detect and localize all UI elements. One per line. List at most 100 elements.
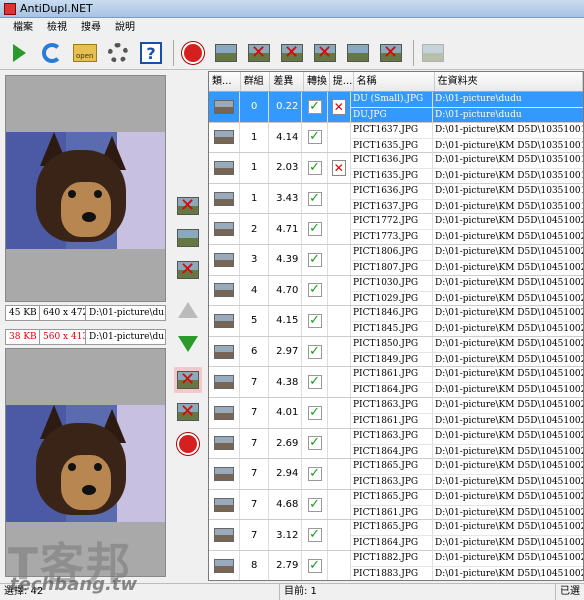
col-transform[interactable]: 轉換 — [304, 72, 330, 91]
file-entry[interactable]: PICT1637.JPG D:\01-picture\KM D5D\1035100… — [351, 122, 583, 138]
check-icon: ✓ — [307, 496, 322, 512]
start-search-button[interactable] — [4, 39, 34, 67]
menu-search[interactable]: 搜尋 — [74, 18, 108, 37]
file-directory: D:\01-picture\KM D5D\10451002 — [434, 369, 583, 380]
table-row[interactable]: 1 3.43 ✓ PICT1636.JPG D:\01-picture\KM D5D\1… — [209, 183, 583, 215]
rename-first-side-button[interactable] — [174, 225, 202, 251]
table-row[interactable]: 3 4.39 ✓ PICT1806.JPG D:\01-picture\KM D5D\1… — [209, 244, 583, 276]
file-entry[interactable]: PICT1864.JPG D:\01-picture\KM D5D\1045100… — [350, 382, 583, 398]
file-entry[interactable]: PICT1807.JPG D:\01-picture\KM D5D\1045100… — [350, 259, 583, 276]
stop-button[interactable] — [178, 39, 208, 67]
file-entry[interactable]: PICT1846.JPG D:\01-picture\KM D5D\1045100… — [351, 306, 583, 322]
image-pair-icon — [214, 160, 235, 175]
rename-second-button[interactable] — [376, 39, 406, 67]
open-button[interactable]: open — [70, 39, 100, 67]
file-entry[interactable]: PICT1806.JPG D:\01-picture\KM D5D\1045100… — [351, 244, 583, 260]
table-row[interactable]: 7 4.38 ✓ PICT1861.JPG D:\01-picture\KM D5D\1… — [209, 367, 583, 398]
table-row[interactable]: 7 4.01 ✓ PICT1863.JPG D:\01-picture\KM D5D\1… — [209, 397, 583, 429]
check-icon: ✓ — [307, 435, 322, 451]
file-entry[interactable]: PICT1772.JPG D:\01-picture\KM D5D\1045100… — [351, 214, 583, 230]
file-entry[interactable]: PICT1637.JPG D:\01-picture\KM D5D\1035100… — [350, 198, 583, 215]
file-entry[interactable]: PICT1861.JPG D:\01-picture\KM D5D\1045100… — [350, 504, 583, 521]
col-hint[interactable]: 提... — [330, 72, 354, 91]
delete-second-button[interactable] — [277, 39, 307, 67]
mistake-button[interactable] — [418, 39, 448, 67]
rename-first-button[interactable] — [343, 39, 373, 67]
mistake-side-button[interactable] — [174, 431, 202, 457]
file-entry[interactable]: PICT1865.JPG D:\01-picture\KM D5D\1045100… — [351, 520, 583, 536]
file-pair: PICT1865.JPG D:\01-picture\KM D5D\1045100… — [350, 459, 583, 490]
file-entry[interactable]: PICT1865.JPG D:\01-picture\KM D5D\1045100… — [351, 489, 583, 505]
table-row[interactable]: 7 2.94 ✓ PICT1865.JPG D:\01-picture\KM D5D\1… — [209, 459, 583, 490]
file-entry[interactable]: PICT1863.JPG D:\01-picture\KM D5D\1045100… — [350, 474, 583, 490]
table-row[interactable]: 6 2.97 ✓ PICT1850.JPG D:\01-picture\KM D5D\1… — [209, 336, 583, 368]
col-directory[interactable]: 在資料夾 — [435, 72, 583, 91]
table-row[interactable]: 0 0.22 ✓ ✕ DU (Small).JPG D:\01-picture\dudu D… — [209, 92, 583, 123]
delete-both-side-button[interactable] — [174, 257, 202, 283]
group-cell: 1 — [240, 183, 270, 214]
table-row[interactable]: 5 4.15 ✓ PICT1846.JPG D:\01-picture\KM D5D\1… — [209, 306, 583, 337]
file-entry[interactable]: PICT1863.JPG D:\01-picture\KM D5D\1045100… — [351, 397, 583, 413]
table-row[interactable]: 7 3.12 ✓ PICT1865.JPG D:\01-picture\KM D5D\1… — [209, 520, 583, 551]
file-name: PICT1883.JPG — [351, 566, 433, 580]
col-name[interactable]: 名稱 — [354, 72, 435, 91]
file-pair: PICT1637.JPG D:\01-picture\KM D5D\1035100… — [350, 122, 583, 153]
options-button[interactable] — [103, 39, 133, 67]
previous-button[interactable] — [174, 297, 202, 323]
file-entry[interactable]: PICT1864.JPG D:\01-picture\KM D5D\1045100… — [350, 535, 583, 551]
file-entry[interactable]: PICT1861.JPG D:\01-picture\KM D5D\1045100… — [350, 412, 583, 429]
col-type[interactable]: 類... — [209, 72, 241, 91]
file-entry[interactable]: PICT1861.JPG D:\01-picture\KM D5D\1045100… — [351, 367, 583, 383]
compare-button[interactable] — [211, 39, 241, 67]
delete-first-button[interactable] — [244, 39, 274, 67]
delete-both-button[interactable] — [310, 39, 340, 67]
image-pair-icon — [214, 436, 235, 451]
col-group[interactable]: 群組 — [241, 72, 271, 91]
file-entry[interactable]: PICT1883.JPG D:\01-picture\KM D5D\1045100… — [350, 565, 583, 580]
file-entry[interactable]: PICT1850.JPG D:\01-picture\KM D5D\1045100… — [351, 336, 583, 352]
table-row[interactable]: 4 4.70 ✓ PICT1030.JPG D:\01-picture\KM D5D\1… — [209, 275, 583, 307]
table-row[interactable]: 7 2.69 ✓ PICT1863.JPG D:\01-picture\KM D5D\1… — [209, 428, 583, 460]
difference-cell: 4.39 — [269, 244, 303, 275]
table-row[interactable]: 1 4.14 ✓ PICT1637.JPG D:\01-picture\KM D5D\1… — [209, 122, 583, 154]
rename-second-side-button[interactable] — [174, 399, 202, 425]
delete-second-side-button[interactable] — [174, 367, 202, 393]
transform-cell: ✓ — [302, 306, 328, 336]
menu-file[interactable]: 檔案 — [6, 18, 40, 37]
difference-cell: 0.22 — [269, 92, 303, 122]
menu-help[interactable]: 說明 — [108, 18, 142, 37]
check-icon: ✓ — [307, 221, 322, 237]
delete-both-icon — [314, 42, 336, 63]
file-pair: PICT1863.JPG D:\01-picture\KM D5D\1045100… — [350, 397, 583, 429]
next-button[interactable] — [174, 331, 202, 357]
hint-delete-icon: ✕ — [331, 159, 346, 176]
dog-photo-top — [6, 132, 165, 249]
file-entry[interactable]: PICT1636.JPG D:\01-picture\KM D5D\1035100… — [351, 153, 583, 169]
file-entry[interactable]: PICT1030.JPG D:\01-picture\KM D5D\1045100… — [351, 275, 583, 291]
file-entry[interactable]: PICT1029.JPG D:\01-picture\KM D5D\1045100… — [350, 290, 583, 306]
file-directory: D:\01-picture\KM D5D\10451002 — [434, 293, 583, 304]
file-entry[interactable]: PICT1849.JPG D:\01-picture\KM D5D\1045100… — [350, 351, 583, 368]
menu-view[interactable]: 檢視 — [40, 18, 74, 37]
col-difference[interactable]: 差異 — [270, 72, 305, 91]
preview-bottom — [5, 348, 166, 577]
file-entry[interactable]: PICT1636.JPG D:\01-picture\KM D5D\1035100… — [351, 183, 583, 199]
refresh-button[interactable] — [37, 39, 67, 67]
file-entry[interactable]: PICT1863.JPG D:\01-picture\KM D5D\1045100… — [351, 428, 583, 444]
table-row[interactable]: 2 4.71 ✓ PICT1772.JPG D:\01-picture\KM D5D\1… — [209, 214, 583, 245]
help-button[interactable]: ? — [136, 39, 166, 67]
table-row[interactable]: 8 2.79 ✓ PICT1882.JPG D:\01-picture\KM D5D\1… — [209, 550, 583, 580]
file-entry[interactable]: PICT1864.JPG D:\01-picture\KM D5D\1045100… — [350, 443, 583, 459]
file-directory: D:\01-picture\KM D5D\10451002 — [434, 277, 583, 288]
delete-first-side-button[interactable] — [174, 193, 202, 219]
file-entry[interactable]: PICT1865.JPG D:\01-picture\KM D5D\1045100… — [351, 459, 583, 475]
file-entry[interactable]: PICT1773.JPG D:\01-picture\KM D5D\1045100… — [350, 229, 583, 245]
table-row[interactable]: 1 2.03 ✓ ✕ PICT1636.JPG D:\01-picture\KM D5D\… — [209, 153, 583, 184]
file-entry[interactable]: DU (Small).JPG D:\01-picture\dudu — [351, 92, 583, 107]
file-entry[interactable]: PICT1845.JPG D:\01-picture\KM D5D\1045100… — [350, 321, 583, 337]
table-row[interactable]: 7 4.68 ✓ PICT1865.JPG D:\01-picture\KM D5D\1… — [209, 489, 583, 521]
file-entry[interactable]: PICT1635.JPG D:\01-picture\KM D5D\1035100… — [350, 137, 583, 153]
file-entry[interactable]: PICT1882.JPG D:\01-picture\KM D5D\1045100… — [351, 550, 583, 566]
file-entry[interactable]: DU.JPG D:\01-picture\dudu — [350, 107, 583, 123]
file-entry[interactable]: PICT1635.JPG D:\01-picture\KM D5D\1035100… — [350, 168, 583, 184]
